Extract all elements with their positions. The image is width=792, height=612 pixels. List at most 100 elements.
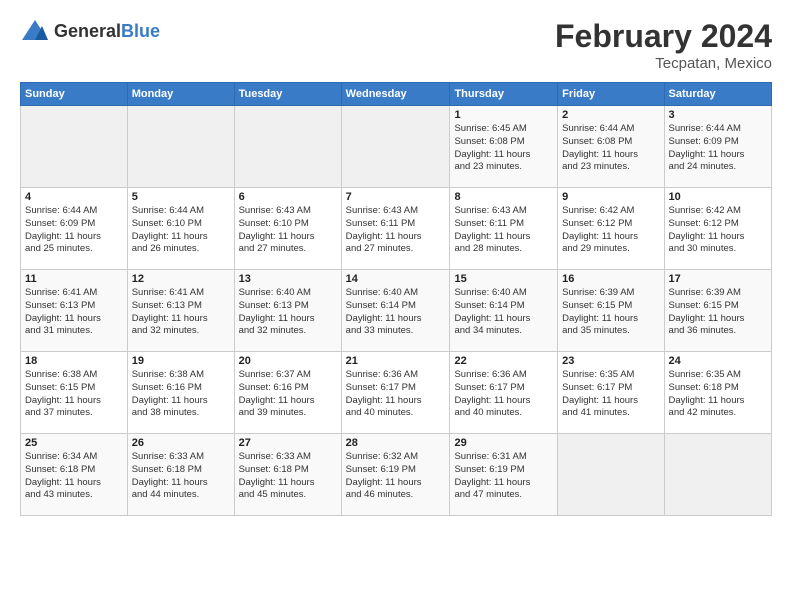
weekday-header-row: SundayMondayTuesdayWednesdayThursdayFrid… [21,83,772,106]
day-number: 2 [562,109,659,121]
day-cell [558,434,664,516]
logo-general: General [54,21,121,41]
calendar-table: SundayMondayTuesdayWednesdayThursdayFrid… [20,82,772,516]
week-row-3: 18 Sunrise: 6:38 AM Sunset: 6:15 PM Dayli… [21,352,772,434]
weekday-header-friday: Friday [558,83,664,106]
day-cell: 6 Sunrise: 6:43 AM Sunset: 6:10 PM Daylig… [234,188,341,270]
day-cell: 25 Sunrise: 6:34 AM Sunset: 6:18 PM Dayli… [21,434,128,516]
day-number: 20 [239,355,337,367]
day-info: Sunrise: 6:43 AM Sunset: 6:10 PM Dayligh… [239,205,337,256]
day-cell: 4 Sunrise: 6:44 AM Sunset: 6:09 PM Daylig… [21,188,128,270]
day-number: 12 [132,273,230,285]
day-info: Sunrise: 6:44 AM Sunset: 6:10 PM Dayligh… [132,205,230,256]
day-cell: 18 Sunrise: 6:38 AM Sunset: 6:15 PM Dayli… [21,352,128,434]
title-location: Tecpatan, Mexico [555,55,772,72]
day-number: 5 [132,191,230,203]
day-cell: 19 Sunrise: 6:38 AM Sunset: 6:16 PM Dayli… [127,352,234,434]
day-info: Sunrise: 6:44 AM Sunset: 6:09 PM Dayligh… [669,123,767,174]
day-number: 19 [132,355,230,367]
title-month: February 2024 [555,18,772,55]
day-cell: 23Sunrise: 6:35 AM Sunset: 6:17 PM Dayli… [558,352,664,434]
weekday-header-monday: Monday [127,83,234,106]
weekday-header-wednesday: Wednesday [341,83,450,106]
day-cell: 22 Sunrise: 6:36 AM Sunset: 6:17 PM Dayli… [450,352,558,434]
day-info: Sunrise: 6:36 AM Sunset: 6:17 PM Dayligh… [346,369,446,420]
day-cell: 27 Sunrise: 6:33 AM Sunset: 6:18 PM Dayli… [234,434,341,516]
day-cell: 21Sunrise: 6:36 AM Sunset: 6:17 PM Dayli… [341,352,450,434]
day-info: Sunrise: 6:33 AM Sunset: 6:18 PM Dayligh… [239,451,337,502]
day-number: 22 [454,355,553,367]
day-number: 18 [25,355,123,367]
day-number: 3 [669,109,767,121]
day-cell: 7 Sunrise: 6:43 AM Sunset: 6:11 PM Daylig… [341,188,450,270]
day-cell: 24 Sunrise: 6:35 AM Sunset: 6:18 PM Dayli… [664,352,771,434]
day-info: Sunrise: 6:38 AM Sunset: 6:15 PM Dayligh… [25,369,123,420]
day-number: 9 [562,191,659,203]
logo-icon [20,18,50,44]
weekday-header-thursday: Thursday [450,83,558,106]
day-number: 28 [346,437,446,449]
day-cell: 3 Sunrise: 6:44 AM Sunset: 6:09 PM Daylig… [664,106,771,188]
week-row-0: 1 Sunrise: 6:45 AM Sunset: 6:08 PM Daylig… [21,106,772,188]
day-number: 27 [239,437,337,449]
day-cell: 8 Sunrise: 6:43 AM Sunset: 6:11 PM Daylig… [450,188,558,270]
day-info: Sunrise: 6:35 AM Sunset: 6:17 PM Dayligh… [562,369,659,420]
day-number: 8 [454,191,553,203]
day-info: Sunrise: 6:41 AM Sunset: 6:13 PM Dayligh… [132,287,230,338]
day-number: 6 [239,191,337,203]
day-number: 29 [454,437,553,449]
day-cell [664,434,771,516]
day-cell [127,106,234,188]
day-number: 11 [25,273,123,285]
week-row-2: 11 Sunrise: 6:41 AM Sunset: 6:13 PM Dayli… [21,270,772,352]
day-number: 13 [239,273,337,285]
day-cell: 15Sunrise: 6:40 AM Sunset: 6:14 PM Dayli… [450,270,558,352]
day-number: 24 [669,355,767,367]
day-info: Sunrise: 6:31 AM Sunset: 6:19 PM Dayligh… [454,451,553,502]
day-info: Sunrise: 6:36 AM Sunset: 6:17 PM Dayligh… [454,369,553,420]
day-info: Sunrise: 6:39 AM Sunset: 6:15 PM Dayligh… [669,287,767,338]
day-number: 4 [25,191,123,203]
day-info: Sunrise: 6:42 AM Sunset: 6:12 PM Dayligh… [669,205,767,256]
day-info: Sunrise: 6:32 AM Sunset: 6:19 PM Dayligh… [346,451,446,502]
day-cell: 5 Sunrise: 6:44 AM Sunset: 6:10 PM Daylig… [127,188,234,270]
day-info: Sunrise: 6:44 AM Sunset: 6:09 PM Dayligh… [25,205,123,256]
day-number: 17 [669,273,767,285]
day-number: 14 [346,273,446,285]
day-cell: 10 Sunrise: 6:42 AM Sunset: 6:12 PM Dayli… [664,188,771,270]
logo-blue: Blue [121,21,160,41]
day-cell [21,106,128,188]
day-cell: 17 Sunrise: 6:39 AM Sunset: 6:15 PM Dayli… [664,270,771,352]
day-cell [341,106,450,188]
day-number: 7 [346,191,446,203]
day-info: Sunrise: 6:35 AM Sunset: 6:18 PM Dayligh… [669,369,767,420]
weekday-header-tuesday: Tuesday [234,83,341,106]
day-info: Sunrise: 6:37 AM Sunset: 6:16 PM Dayligh… [239,369,337,420]
day-info: Sunrise: 6:44 AM Sunset: 6:08 PM Dayligh… [562,123,659,174]
calendar-header: SundayMondayTuesdayWednesdayThursdayFrid… [21,83,772,106]
day-number: 1 [454,109,553,121]
day-info: Sunrise: 6:45 AM Sunset: 6:08 PM Dayligh… [454,123,553,174]
day-cell: 26Sunrise: 6:33 AM Sunset: 6:18 PM Dayli… [127,434,234,516]
day-info: Sunrise: 6:43 AM Sunset: 6:11 PM Dayligh… [454,205,553,256]
calendar-body: 1 Sunrise: 6:45 AM Sunset: 6:08 PM Daylig… [21,106,772,516]
day-cell: 20 Sunrise: 6:37 AM Sunset: 6:16 PM Dayli… [234,352,341,434]
logo: GeneralBlue [20,18,160,44]
day-number: 16 [562,273,659,285]
day-info: Sunrise: 6:43 AM Sunset: 6:11 PM Dayligh… [346,205,446,256]
day-cell: 13Sunrise: 6:40 AM Sunset: 6:13 PM Dayli… [234,270,341,352]
day-info: Sunrise: 6:42 AM Sunset: 6:12 PM Dayligh… [562,205,659,256]
day-info: Sunrise: 6:40 AM Sunset: 6:14 PM Dayligh… [454,287,553,338]
day-cell: 1 Sunrise: 6:45 AM Sunset: 6:08 PM Daylig… [450,106,558,188]
day-info: Sunrise: 6:34 AM Sunset: 6:18 PM Dayligh… [25,451,123,502]
day-info: Sunrise: 6:38 AM Sunset: 6:16 PM Dayligh… [132,369,230,420]
day-number: 10 [669,191,767,203]
page: GeneralBlue February 2024 Tecpatan, Mexi… [0,0,792,526]
day-cell: 29 Sunrise: 6:31 AM Sunset: 6:19 PM Dayli… [450,434,558,516]
header: GeneralBlue February 2024 Tecpatan, Mexi… [20,18,772,72]
day-cell: 28 Sunrise: 6:32 AM Sunset: 6:19 PM Dayli… [341,434,450,516]
logo-text: GeneralBlue [54,21,160,42]
day-cell: 9 Sunrise: 6:42 AM Sunset: 6:12 PM Daylig… [558,188,664,270]
title-block: February 2024 Tecpatan, Mexico [555,18,772,72]
day-number: 25 [25,437,123,449]
